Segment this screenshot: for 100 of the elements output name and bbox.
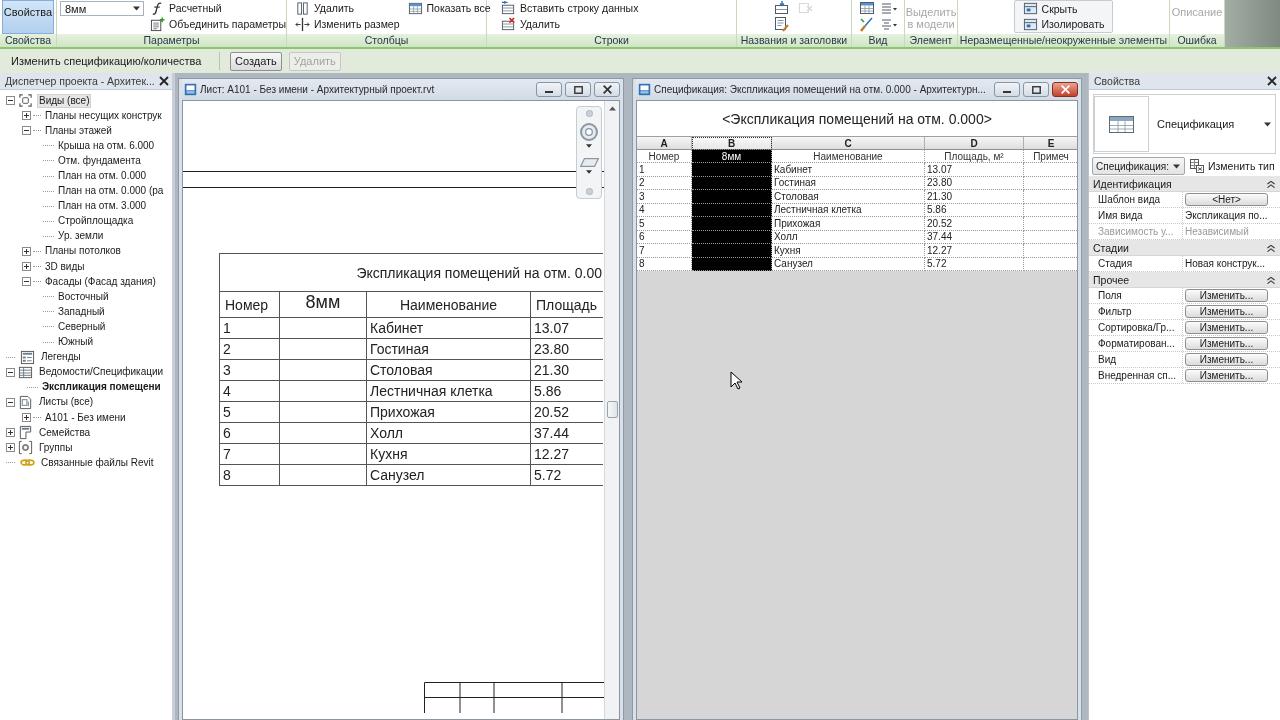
- ribbon-button[interactable]: Свойства: [2, 0, 54, 34]
- column-header: Площадь: [531, 292, 603, 318]
- maximize-button[interactable]: [565, 82, 591, 97]
- group-header[interactable]: Идентификация: [1089, 176, 1280, 192]
- tree-item[interactable]: План на отм. 3.000: [56, 199, 149, 214]
- table-cell: 23.80: [925, 176, 1024, 190]
- ribbon-button[interactable]: Скрыть: [1020, 1, 1107, 17]
- chevron-up-icon[interactable]: [1267, 275, 1275, 284]
- edit-button[interactable]: Изменить...: [1185, 369, 1268, 382]
- ribbon-button[interactable]: Удалить: [293, 0, 402, 16]
- property-name: Зависимость у...: [1097, 226, 1175, 237]
- edit-button[interactable]: <Нет>: [1185, 193, 1268, 206]
- tree-item[interactable]: План на отм. 0.000 (ра: [56, 184, 166, 199]
- column-letter[interactable]: D: [925, 137, 1024, 150]
- edit-button[interactable]: Изменить...: [1185, 353, 1268, 366]
- tree-item[interactable]: 3D виды: [43, 259, 87, 274]
- maximize-button[interactable]: [1023, 82, 1049, 97]
- table-cell: 6: [220, 423, 280, 444]
- collapse-icon[interactable]: [6, 96, 15, 106]
- close-button[interactable]: [1267, 76, 1277, 86]
- table-cell: Гостиная: [367, 339, 531, 360]
- document-brush-icon: [774, 16, 790, 32]
- caret-up-icon[interactable]: [608, 106, 616, 111]
- minimize-button[interactable]: [536, 82, 562, 97]
- tree-item[interactable]: Ведомости/Спецификации: [37, 365, 166, 380]
- chevron-up-icon[interactable]: [1267, 179, 1275, 188]
- tree-item[interactable]: Экспликация помещени: [40, 380, 163, 395]
- tree-item[interactable]: Планы этажей: [43, 123, 114, 138]
- scrollbar-thumb[interactable]: [606, 401, 618, 418]
- filter-dropdown[interactable]: Спецификация:: [1092, 157, 1185, 175]
- ribbon-button[interactable]: Изолировать: [1020, 16, 1107, 32]
- panel-title: Свойства: [1094, 75, 1141, 87]
- collapse-icon[interactable]: [6, 367, 15, 377]
- tree-item[interactable]: Семейства: [37, 425, 93, 440]
- tree-item[interactable]: План на отм. 0.000: [56, 169, 149, 183]
- column-letter[interactable]: E: [1024, 137, 1077, 150]
- expand-icon[interactable]: [6, 428, 15, 438]
- group-header[interactable]: Прочее: [1089, 272, 1280, 288]
- property-name: Имя вида: [1097, 210, 1144, 221]
- ribbon-button[interactable]: Вставить строку данных: [499, 0, 641, 16]
- panel-label: Параметры: [57, 34, 286, 47]
- edit-button[interactable]: Изменить...: [1185, 321, 1268, 334]
- tree-item[interactable]: Планы потолков: [43, 244, 123, 259]
- tree-item[interactable]: Связанные файлы Revit: [39, 455, 156, 470]
- tree-item[interactable]: Западный: [56, 304, 107, 319]
- tree-item[interactable]: Стройплощадка: [56, 214, 136, 229]
- edit-button[interactable]: Изменить...: [1185, 305, 1268, 318]
- collapse-icon[interactable]: [22, 126, 31, 136]
- column-letter[interactable]: B: [692, 137, 772, 150]
- caret-down-icon: [1264, 121, 1271, 127]
- column-letter[interactable]: A: [637, 137, 692, 150]
- table-cell: Столовая: [367, 360, 531, 381]
- ribbon-button[interactable]: Удалить: [499, 16, 641, 32]
- tree-item[interactable]: Восточный: [56, 289, 111, 304]
- tree-item[interactable]: Виды (все): [37, 93, 92, 108]
- tree-item[interactable]: Фасады (Фасад здания): [43, 274, 158, 289]
- ribbon-button[interactable]: Объединить параметры: [148, 16, 288, 32]
- tree-item[interactable]: A101 - Без имени: [43, 410, 128, 425]
- close-button[interactable]: [159, 76, 169, 86]
- toolbar-button[interactable]: Создать: [230, 51, 282, 71]
- edit-type-button[interactable]: Изменить тип: [1190, 159, 1275, 173]
- tree-item[interactable]: Планы несущих конструк: [43, 108, 164, 123]
- caret-down-icon[interactable]: [586, 170, 592, 174]
- ribbon-button[interactable]: Расчетный: [148, 0, 288, 16]
- tree-item[interactable]: Ур. земли: [56, 229, 106, 244]
- expand-icon[interactable]: [6, 443, 15, 453]
- caret-down-icon[interactable]: [586, 144, 592, 148]
- chevron-up-icon[interactable]: [1267, 243, 1275, 252]
- caret-down-icon: [1173, 163, 1180, 169]
- collapse-icon[interactable]: [6, 397, 15, 407]
- edit-button[interactable]: Изменить...: [1185, 289, 1268, 302]
- table-cell: Кухня: [772, 244, 925, 258]
- tree-item[interactable]: Северный: [56, 319, 108, 334]
- minimize-button[interactable]: [994, 82, 1020, 97]
- tree-item[interactable]: Листы (все): [37, 395, 96, 410]
- tree-item[interactable]: Крыша на отм. 6.000: [56, 138, 157, 153]
- expand-icon[interactable]: [22, 247, 31, 256]
- property-value[interactable]: Экспликация по...: [1185, 210, 1268, 221]
- property-value[interactable]: Новая конструк...: [1185, 258, 1266, 269]
- close-button[interactable]: [1052, 82, 1078, 97]
- dropdown-field[interactable]: 8мм: [60, 1, 144, 16]
- tree-item[interactable]: Группы: [37, 440, 75, 455]
- expand-icon[interactable]: [22, 111, 31, 121]
- tree-item[interactable]: Легенды: [39, 350, 83, 365]
- scrollbar[interactable]: [604, 101, 619, 719]
- close-button[interactable]: [594, 82, 620, 97]
- expand-icon[interactable]: [22, 262, 31, 272]
- ribbon-button[interactable]: Показать все: [405, 0, 493, 16]
- tree-item[interactable]: Южный: [56, 335, 96, 350]
- table-cell: 5.86: [925, 203, 1024, 217]
- type-selector[interactable]: Спецификация: [1093, 94, 1276, 154]
- group-header[interactable]: Стадии: [1089, 240, 1280, 256]
- column-letter[interactable]: C: [772, 137, 925, 150]
- expand-icon[interactable]: [22, 413, 31, 422]
- tree-item[interactable]: Отм. фундамента: [56, 153, 143, 168]
- collapse-icon[interactable]: [22, 277, 31, 287]
- edit-button[interactable]: Изменить...: [1185, 337, 1268, 350]
- ribbon-button[interactable]: Изменить размер: [293, 16, 402, 32]
- table-icon: [1094, 96, 1149, 152]
- mouse-cursor-icon: [730, 371, 742, 390]
